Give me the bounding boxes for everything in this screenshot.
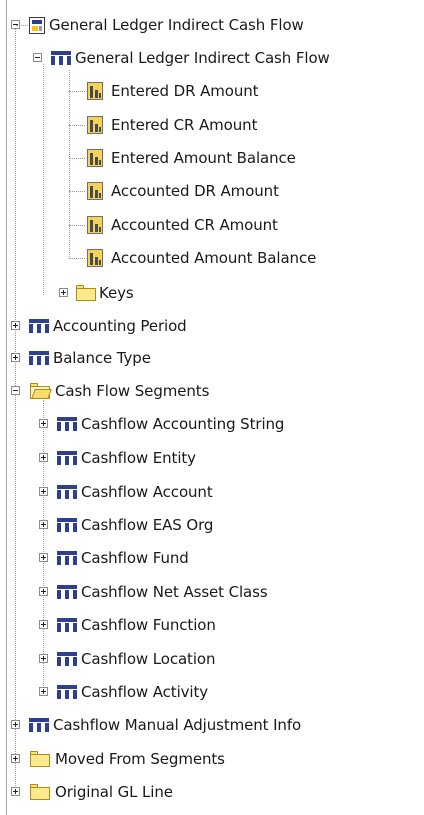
- tree-node-segment[interactable]: Cashflow Net Asset Class: [39, 577, 268, 607]
- tree-node-label: Cashflow Location: [81, 650, 216, 668]
- expand-toggle-icon[interactable]: [11, 353, 20, 362]
- tree-node-label: General Ledger Indirect Cash Flow: [75, 49, 330, 67]
- measure-label: Accounted Amount Balance: [111, 249, 317, 267]
- tree-node-label: Keys: [99, 284, 134, 302]
- collapse-toggle-icon[interactable]: [33, 53, 42, 62]
- expand-toggle-icon[interactable]: [39, 453, 48, 462]
- tree-node-manual-adjustment[interactable]: Cashflow Manual Adjustment Info: [11, 710, 301, 740]
- folder-icon: [75, 285, 97, 301]
- tree-node-segment[interactable]: Cashflow EAS Org: [39, 510, 213, 540]
- tree-node-label: Original GL Line: [55, 783, 173, 801]
- presentation-table-icon: [57, 618, 77, 632]
- expand-toggle-icon[interactable]: [39, 520, 48, 529]
- presentation-table-icon: [29, 351, 49, 365]
- tree-node-segment[interactable]: Cashflow Activity: [39, 677, 208, 707]
- measure-label: Accounted CR Amount: [111, 216, 278, 234]
- measure-label: Accounted DR Amount: [111, 182, 279, 200]
- tree-node-segment[interactable]: Cashflow Fund: [39, 543, 189, 573]
- tree-node-label: Cashflow EAS Org: [81, 516, 214, 534]
- tree-node-label: Cashflow Net Asset Class: [81, 583, 268, 601]
- expand-toggle-icon[interactable]: [39, 687, 48, 696]
- expand-toggle-icon[interactable]: [59, 288, 68, 297]
- presentation-table-icon: [29, 319, 49, 333]
- presentation-table-icon: [57, 417, 77, 431]
- measure-column-icon: [85, 114, 107, 136]
- presentation-table-icon: [57, 518, 77, 532]
- tree-line: [15, 24, 16, 794]
- expand-toggle-icon[interactable]: [11, 720, 20, 729]
- tree-node-segment[interactable]: Cashflow Accounting String: [39, 409, 284, 439]
- expand-toggle-icon[interactable]: [39, 587, 48, 596]
- folder-icon: [29, 784, 51, 800]
- tree-node-measure[interactable]: Entered CR Amount: [85, 110, 257, 140]
- expand-toggle-icon[interactable]: [11, 321, 20, 330]
- measure-column-icon: [85, 214, 107, 236]
- tree-node-label: Cashflow Fund: [81, 549, 189, 567]
- tree-node-cash-flow-segments[interactable]: Cash Flow Segments: [11, 376, 209, 406]
- measure-label: Entered Amount Balance: [111, 149, 296, 167]
- tree-node-label: Cash Flow Segments: [55, 382, 210, 400]
- measure-label: Entered CR Amount: [111, 116, 258, 134]
- expand-toggle-icon[interactable]: [39, 553, 48, 562]
- expand-toggle-icon[interactable]: [11, 787, 20, 796]
- expand-toggle-icon[interactable]: [39, 487, 48, 496]
- measure-column-icon: [85, 80, 107, 102]
- tree-node-segment[interactable]: Cashflow Function: [39, 610, 216, 640]
- presentation-table-icon: [57, 585, 77, 599]
- tree-node-label: Balance Type: [53, 349, 151, 367]
- expand-toggle-icon[interactable]: [11, 754, 20, 763]
- tree-node-measure[interactable]: Accounted CR Amount: [85, 210, 278, 240]
- presentation-table-icon: [57, 652, 77, 666]
- tree-node-label: Cashflow Accounting String: [81, 415, 285, 433]
- folder-icon: [29, 751, 51, 767]
- tree-node-label: Cashflow Entity: [81, 449, 196, 467]
- presentation-table-icon: [29, 718, 49, 732]
- tree-node-keys-folder[interactable]: Keys: [59, 278, 134, 308]
- tree-line: [69, 70, 70, 259]
- tree-node-measure[interactable]: Accounted Amount Balance: [85, 243, 316, 273]
- tree-node-segment[interactable]: Cashflow Location: [39, 644, 216, 674]
- presentation-table-icon: [57, 551, 77, 565]
- presentation-folder-icon: [29, 16, 45, 34]
- presentation-table-icon: [57, 485, 77, 499]
- expand-toggle-icon[interactable]: [39, 620, 48, 629]
- tree-node-label: Cashflow Account: [81, 483, 213, 501]
- open-folder-icon: [29, 383, 52, 399]
- expand-toggle-icon[interactable]: [39, 419, 48, 428]
- presentation-table-icon: [57, 685, 77, 699]
- tree-node-segment[interactable]: Cashflow Entity: [39, 443, 196, 473]
- measure-column-icon: [85, 180, 107, 202]
- presentation-table-icon: [57, 451, 77, 465]
- measure-label: Entered DR Amount: [111, 82, 259, 100]
- tree-node-label: Cashflow Activity: [81, 683, 209, 701]
- tree-node-label: Moved From Segments: [55, 750, 225, 768]
- tree-node-segment[interactable]: Cashflow Account: [39, 477, 213, 507]
- tree-node-accounting-period[interactable]: Accounting Period: [11, 311, 187, 341]
- tree-node-label: General Ledger Indirect Cash Flow: [49, 16, 304, 34]
- tree-node-measure[interactable]: Entered Amount Balance: [85, 143, 296, 173]
- measure-column-icon: [85, 247, 107, 269]
- measure-column-icon: [85, 147, 107, 169]
- tree-node-measure[interactable]: Entered DR Amount: [85, 76, 259, 106]
- tree-root-node[interactable]: General Ledger Indirect Cash Flow: [11, 10, 304, 40]
- tree-node-original-gl-line[interactable]: Original GL Line: [11, 777, 173, 807]
- tree-view-panel[interactable]: General Ledger Indirect Cash Flow Genera…: [6, 0, 424, 815]
- tree-node-moved-from-segments[interactable]: Moved From Segments: [11, 744, 225, 774]
- tree-node-main-table[interactable]: General Ledger Indirect Cash Flow: [33, 43, 330, 73]
- tree-node-label: Cashflow Function: [81, 616, 216, 634]
- expand-toggle-icon[interactable]: [39, 654, 48, 663]
- tree-node-label: Accounting Period: [53, 317, 187, 335]
- tree-node-label: Cashflow Manual Adjustment Info: [53, 716, 302, 734]
- presentation-table-icon: [51, 51, 71, 65]
- tree-line: [43, 64, 44, 295]
- collapse-toggle-icon[interactable]: [11, 386, 20, 395]
- tree-node-measure[interactable]: Accounted DR Amount: [85, 176, 279, 206]
- tree-node-balance-type[interactable]: Balance Type: [11, 343, 151, 373]
